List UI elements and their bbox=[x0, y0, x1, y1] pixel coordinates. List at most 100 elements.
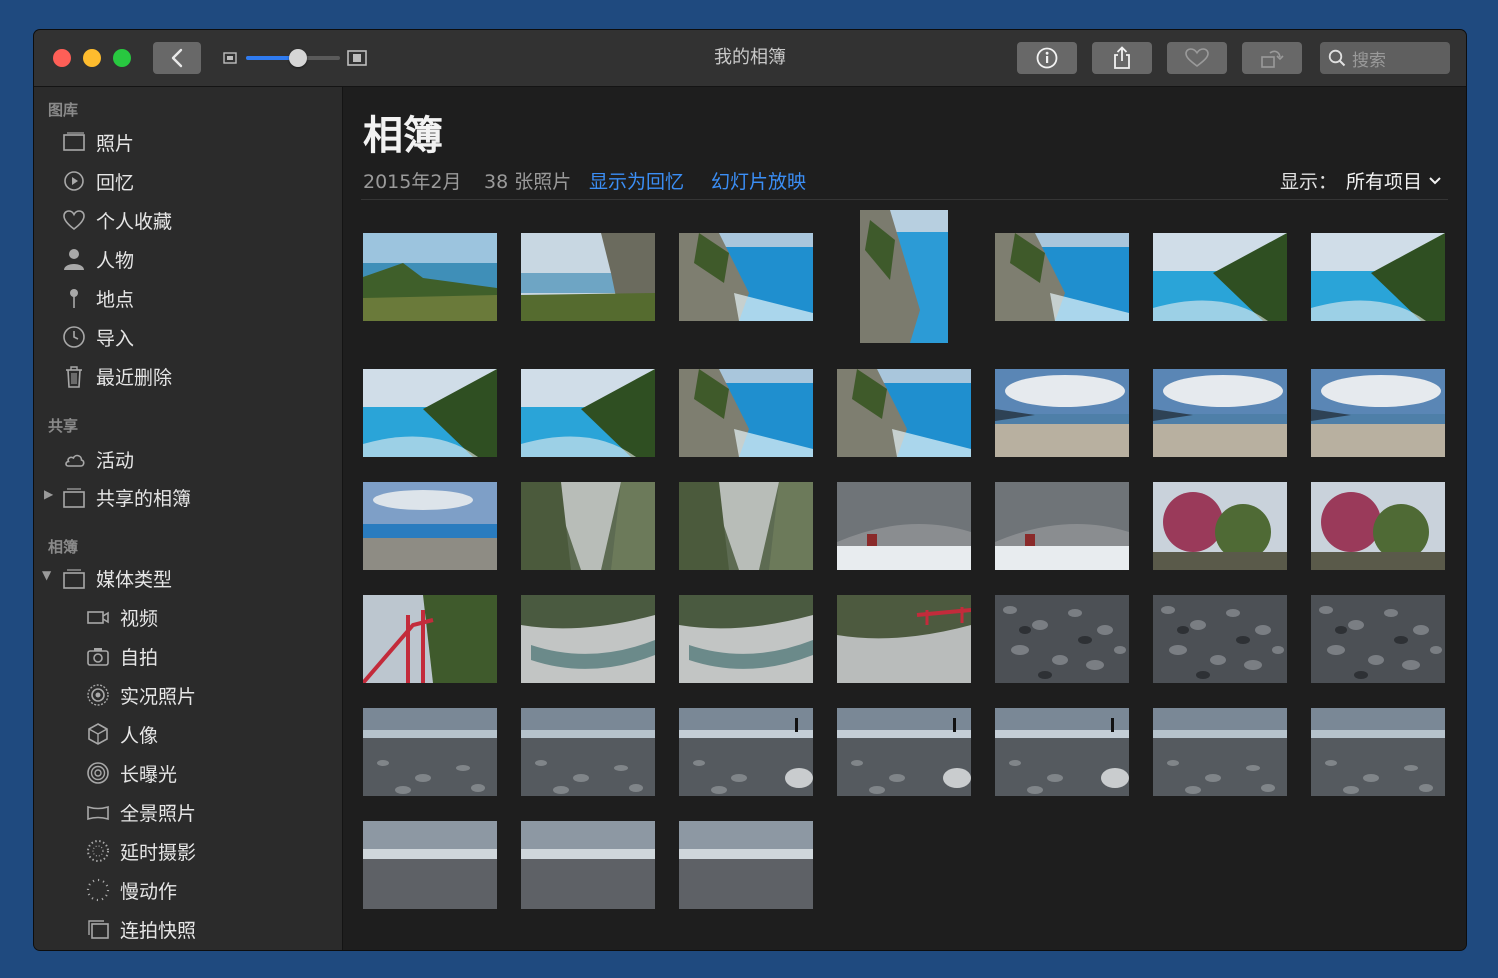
sidebar-item-slowmo[interactable]: 慢动作 bbox=[84, 873, 177, 907]
header-divider bbox=[361, 199, 1448, 200]
photo-thumbnail[interactable] bbox=[679, 482, 813, 570]
sidebar-item-label: 共享的相簿 bbox=[96, 487, 192, 510]
sidebar-item-label: 人物 bbox=[96, 249, 135, 272]
show-as-memory-link[interactable]: 显示为回忆 bbox=[589, 167, 684, 194]
photo-thumbnail[interactable] bbox=[1153, 708, 1287, 796]
photo-thumbnail[interactable] bbox=[363, 708, 497, 796]
photo-thumbnail[interactable] bbox=[1311, 233, 1445, 321]
close-window-button[interactable] bbox=[53, 49, 71, 67]
sidebar-item-photos[interactable]: 照片 bbox=[60, 125, 134, 159]
photo-thumbnail[interactable] bbox=[363, 233, 497, 321]
show-filter-value: 所有项目 bbox=[1346, 171, 1423, 193]
photo-thumbnail[interactable] bbox=[1311, 595, 1445, 683]
sidebar-item-label: 视频 bbox=[120, 607, 159, 630]
share-button[interactable] bbox=[1092, 42, 1152, 74]
sidebar-item-label: 个人收藏 bbox=[96, 210, 173, 233]
minimize-window-button[interactable] bbox=[83, 49, 101, 67]
sidebar-item-label: 实况照片 bbox=[120, 685, 197, 708]
sidebar-item-label: 照片 bbox=[96, 132, 135, 155]
sidebar-item-shared-album[interactable]: 共享的相簿 bbox=[60, 480, 191, 514]
photo-thumbnail[interactable] bbox=[363, 821, 497, 909]
photo-thumbnail[interactable] bbox=[860, 210, 948, 343]
photo-thumbnail[interactable] bbox=[521, 482, 655, 570]
photo-thumbnail[interactable] bbox=[361, 595, 497, 685]
photo-thumbnail[interactable] bbox=[679, 708, 813, 796]
sidebar-item-burst[interactable]: 连拍快照 bbox=[84, 912, 196, 946]
sidebar-item-trash[interactable]: 最近删除 bbox=[60, 359, 172, 393]
photo-thumbnail[interactable] bbox=[521, 708, 655, 796]
show-filter-dropdown[interactable]: 所有项目 bbox=[1346, 167, 1442, 194]
sidebar-item-label: 人像 bbox=[120, 724, 159, 747]
sidebar-item-selfie-camera[interactable]: 自拍 bbox=[84, 639, 158, 673]
photo-count: 38 张照片 bbox=[484, 171, 572, 193]
library-section-header: 图库 bbox=[48, 101, 79, 119]
zoom-window-button[interactable] bbox=[113, 49, 131, 67]
photo-thumbnail[interactable] bbox=[1153, 369, 1287, 457]
media-types-disclosure-icon[interactable]: ▼ bbox=[42, 568, 51, 582]
photo-thumbnail[interactable] bbox=[363, 369, 497, 457]
person-icon bbox=[60, 245, 88, 273]
photo-thumbnail[interactable] bbox=[1311, 482, 1445, 570]
titlebar: 我的相簿 搜索 bbox=[34, 30, 1466, 87]
photo-thumbnail[interactable] bbox=[995, 482, 1129, 570]
sidebar-item-video[interactable]: 视频 bbox=[84, 600, 158, 634]
photo-thumbnail[interactable] bbox=[679, 595, 813, 683]
sidebar-item-label: 慢动作 bbox=[120, 880, 178, 903]
photo-thumbnail[interactable] bbox=[521, 821, 655, 909]
sidebar-item-label: 连拍快照 bbox=[120, 919, 197, 942]
sidebar-item-label: 长曝光 bbox=[120, 763, 178, 786]
sidebar-item-live-photo[interactable]: 实况照片 bbox=[84, 678, 196, 712]
sidebar-item-label: 最近删除 bbox=[96, 366, 173, 389]
sidebar-item-pin[interactable]: 地点 bbox=[60, 281, 134, 315]
back-button[interactable] bbox=[153, 42, 201, 74]
thumbnail-size-slider[interactable] bbox=[246, 49, 340, 67]
photo-thumbnail[interactable] bbox=[837, 595, 972, 683]
shared-album-disclosure-icon[interactable]: ▶ bbox=[44, 487, 53, 501]
photo-thumbnail[interactable] bbox=[995, 369, 1129, 457]
sidebar-item-cloud[interactable]: 活动 bbox=[60, 442, 134, 476]
photo-thumbnail[interactable] bbox=[521, 369, 655, 457]
photo-thumbnail[interactable] bbox=[679, 233, 813, 321]
page-title: 相簿 bbox=[363, 113, 443, 159]
sidebar-item-cube[interactable]: 人像 bbox=[84, 717, 158, 751]
slider-knob[interactable] bbox=[289, 49, 307, 67]
info-icon bbox=[1036, 47, 1058, 69]
photo-thumbnail[interactable] bbox=[1153, 595, 1287, 683]
photo-thumbnail[interactable] bbox=[1311, 369, 1445, 457]
photo-thumbnail[interactable] bbox=[679, 821, 813, 909]
photos-window: 我的相簿 搜索 图库 共享 相簿 照片回忆个人收藏人物地点导入最近删除活动共享的… bbox=[34, 30, 1466, 950]
photo-thumbnail[interactable] bbox=[837, 369, 971, 457]
sidebar-item-person[interactable]: 人物 bbox=[60, 242, 134, 276]
favorite-button[interactable] bbox=[1167, 42, 1227, 74]
sidebar-item-album[interactable]: 媒体类型 bbox=[60, 561, 172, 595]
sidebar-item-panorama[interactable]: 全景照片 bbox=[84, 795, 196, 829]
photo-thumbnail[interactable] bbox=[679, 369, 813, 457]
photo-thumbnail[interactable] bbox=[995, 595, 1129, 683]
sidebar-item-timelapse[interactable]: 延时摄影 bbox=[84, 834, 196, 868]
photo-thumbnail[interactable] bbox=[521, 233, 655, 321]
info-button[interactable] bbox=[1017, 42, 1077, 74]
slideshow-link[interactable]: 幻灯片放映 bbox=[711, 167, 806, 194]
albums-section-header: 相簿 bbox=[48, 538, 79, 556]
sidebar-item-heart[interactable]: 个人收藏 bbox=[60, 203, 172, 237]
sidebar-item-long-exposure[interactable]: 长曝光 bbox=[84, 756, 177, 790]
photo-thumbnail[interactable] bbox=[1311, 708, 1445, 796]
sidebar-item-memories[interactable]: 回忆 bbox=[60, 164, 134, 198]
search-field[interactable]: 搜索 bbox=[1320, 42, 1450, 74]
rotate-button[interactable] bbox=[1242, 42, 1302, 74]
photo-thumbnail[interactable] bbox=[521, 595, 655, 683]
shared-section-header: 共享 bbox=[48, 417, 79, 435]
photo-thumbnail[interactable] bbox=[363, 482, 497, 570]
photo-thumbnail[interactable] bbox=[1153, 233, 1287, 321]
photo-thumbnail[interactable] bbox=[837, 482, 971, 570]
photo-thumbnail[interactable] bbox=[1153, 482, 1287, 570]
long-exposure-icon bbox=[84, 759, 112, 787]
sidebar-item-label: 自拍 bbox=[120, 646, 159, 669]
photo-thumbnail[interactable] bbox=[837, 708, 971, 796]
burst-icon bbox=[84, 915, 112, 943]
photo-thumbnail[interactable] bbox=[995, 708, 1129, 796]
sidebar-item-label: 全景照片 bbox=[120, 802, 197, 825]
photo-thumbnail[interactable] bbox=[995, 233, 1129, 321]
search-placeholder: 搜索 bbox=[1352, 50, 1386, 71]
sidebar-item-clock[interactable]: 导入 bbox=[60, 320, 134, 354]
